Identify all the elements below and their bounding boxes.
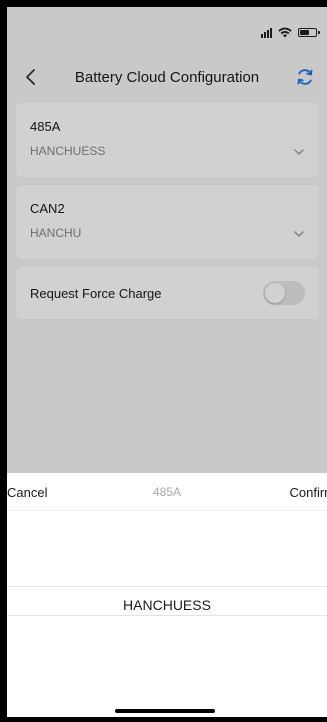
picker-option-selected[interactable]: HANCHUESS	[7, 597, 327, 613]
left-border	[0, 0, 7, 722]
top-border	[0, 0, 327, 7]
home-indicator[interactable]	[115, 709, 215, 713]
picker-selection-bottom	[7, 615, 327, 616]
modal-overlay[interactable]	[7, 7, 327, 473]
picker-title: 485A	[152, 485, 182, 499]
confirm-button[interactable]: Confirm	[289, 485, 327, 500]
bottom-border	[0, 717, 327, 722]
picker-sheet: Cancel 485A Confirm HANCHUESS	[7, 473, 327, 717]
picker-selection-top	[7, 586, 327, 587]
picker-header: Cancel 485A Confirm	[7, 473, 327, 511]
